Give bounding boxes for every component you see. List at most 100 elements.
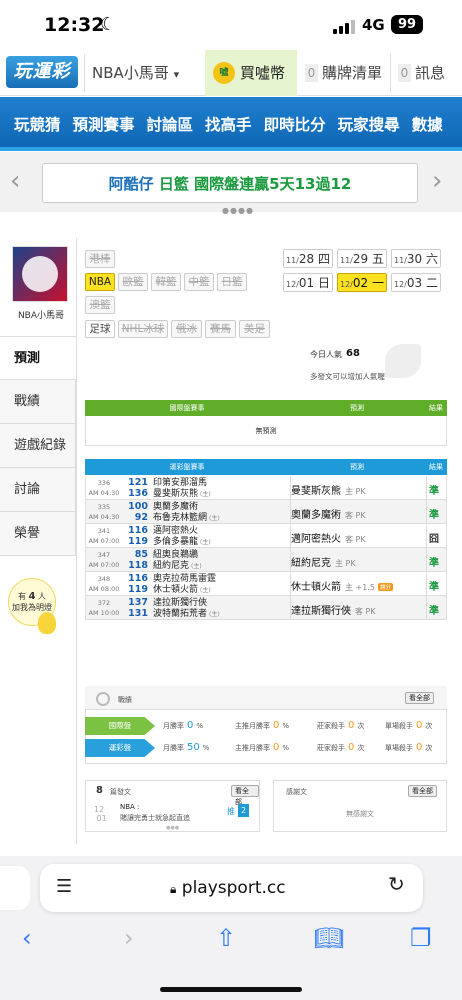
posts-card: 8 篇發文 看全部 12 01 NBA : 賭讓完勇士就急起直追 推 2 ●●●	[85, 780, 260, 832]
cart-count: 0	[305, 64, 318, 82]
date-button[interactable]: 12/01 日	[283, 273, 333, 292]
post-reply-label: 推	[227, 807, 235, 816]
share-icon[interactable]: ⇧	[216, 924, 236, 952]
away-score: 116	[128, 573, 148, 584]
league-button[interactable]: 美足	[239, 320, 270, 338]
league-button[interactable]: 中籃	[184, 273, 214, 291]
nav-item-experts[interactable]: 找高手	[205, 113, 252, 135]
thanks-view-all-button[interactable]: 看全部	[408, 785, 437, 797]
forward-icon[interactable]: ›	[124, 924, 134, 952]
cell-divider	[426, 572, 427, 596]
table-row[interactable]: 372 AM 10:00 137 達拉斯獨行俠 131 波特蘭拓荒者 (主) 達拉斯獨行俠客 …	[85, 596, 447, 620]
league-button[interactable]: 韓籃	[151, 273, 181, 291]
home-name: 休士頓火箭	[153, 585, 199, 595]
posts-view-all-button[interactable]: 看全部	[231, 785, 259, 806]
game-no-time: 347 AM 07:00	[86, 550, 122, 570]
nav-item-predictions[interactable]: 預測賽事	[73, 113, 135, 135]
away-score: 116	[128, 525, 148, 536]
chevron-right-icon[interactable]: ›	[432, 166, 442, 196]
messages-link[interactable]: 訊息	[415, 50, 445, 96]
sidebar-item-game-history[interactable]: 遊戲紀錄	[0, 424, 76, 468]
tabs-icon[interactable]: ❐	[410, 924, 432, 952]
sidebar-item-predictions[interactable]: 預測	[0, 336, 76, 380]
table-row[interactable]: 336 AM 04:30 121 印第安那溜馬 136 曼斐斯灰熊 (主) 曼斐斯灰熊主 PK…	[85, 476, 447, 500]
away-score: 100	[128, 501, 148, 512]
game-no-time: 335 AM 04:30	[86, 502, 122, 522]
home-name: 波特蘭拓荒者	[153, 609, 208, 619]
bookie-killer: 莊家殺手 0 次	[317, 716, 364, 736]
table-row[interactable]: 348 AM 08:00 116 奧克拉荷馬雷霆 119 休士頓火箭 (主) 休士頓火箭主 +…	[85, 572, 447, 596]
col-game: 國際盤賽事	[169, 404, 205, 412]
date-button-selected[interactable]: 12/02 一	[337, 273, 387, 292]
date-button[interactable]: 12/03 二	[391, 273, 441, 292]
sidebar-item-record[interactable]: 戰績	[0, 380, 76, 424]
buy-coin-label: 買噓幣	[240, 64, 286, 82]
tab-peek[interactable]	[0, 866, 30, 910]
home-score: 136	[128, 488, 148, 499]
record-view-all-button[interactable]: 看全部	[405, 692, 434, 704]
lightbulb-icon	[38, 612, 56, 634]
date-button[interactable]: 11/30 六	[391, 249, 441, 268]
nav-item-player-search[interactable]: 玩家搜尋	[338, 113, 400, 135]
stat-label: 莊家殺手	[317, 722, 345, 730]
cell-divider	[426, 476, 427, 500]
game-number: 336	[97, 479, 111, 487]
nav-item-livescore[interactable]: 即時比分	[264, 113, 326, 135]
table-row[interactable]: 335 AM 04:30 100 奧蘭多魔術 92 布魯克林籃網 (主) 奧蘭多魔術客 PK 準	[85, 500, 447, 524]
site-logo[interactable]: 玩運彩	[6, 56, 78, 88]
nav-item-forum[interactable]: 討論區	[147, 113, 194, 135]
pick-side: 主 PK	[345, 487, 366, 496]
league-button[interactable]: 俄冰	[171, 320, 202, 338]
ticker-message[interactable]: 阿酷仔 日籃 國際盤連贏5天13過12	[42, 163, 418, 203]
game-no-time: 372 AM 10:00	[86, 598, 122, 618]
league-button[interactable]: 日籃	[217, 273, 247, 291]
pick-side: 主 PK	[335, 559, 356, 568]
chevron-left-icon[interactable]: ‹	[10, 166, 20, 196]
league-button[interactable]: 足球	[85, 320, 115, 338]
pick: 達拉斯獨行俠客 PK	[291, 602, 376, 617]
fans-count: 4	[28, 591, 36, 602]
date-month: 12/	[394, 280, 407, 289]
col-pick: 預測	[350, 404, 364, 412]
date-weekday: 六	[425, 252, 438, 266]
nav-item-data[interactable]: 數據	[412, 113, 443, 135]
league-button[interactable]: 賽馬	[205, 320, 236, 338]
league-button[interactable]: 港棒	[85, 250, 115, 268]
sidebar-item-discussion[interactable]: 討論	[0, 468, 76, 512]
stat-value: 0	[187, 720, 194, 731]
league-button[interactable]: 歐籃	[118, 273, 148, 291]
table-row[interactable]: 347 AM 07:00 85 紐奧良鵜鶘 118 紐約尼克 (主) 紐約尼克主 PK 準	[85, 548, 447, 572]
stat-value: 0	[273, 720, 280, 731]
stat-label: 月勝率	[163, 722, 184, 730]
stat-unit: %	[282, 744, 290, 752]
user-menu[interactable]: NBA小馬哥 ▾	[92, 50, 179, 96]
cart-link[interactable]: 購牌清單	[322, 50, 382, 96]
league-button[interactable]: NHL冰球	[118, 320, 168, 338]
date-day: 02	[352, 276, 369, 290]
pick: 休士頓火箭主 +1.5 讓分	[291, 578, 393, 593]
popularity-label: 今日人氣	[310, 350, 342, 359]
away-name: 奧蘭多魔術	[153, 502, 199, 512]
league-button[interactable]: 澳籃	[85, 296, 115, 314]
page-menu-icon[interactable]: ☰	[56, 876, 72, 897]
away-name: 達拉斯獨行俠	[153, 598, 208, 608]
post-title-link[interactable]: 賭讓完勇士就急起直追	[120, 813, 190, 823]
bookmarks-icon[interactable]: 📖︎	[314, 924, 344, 952]
nav-item-quiz[interactable]: 玩競猜	[14, 113, 61, 135]
pick-team: 達拉斯獨行俠	[291, 606, 351, 617]
status-time: 12:32	[44, 14, 105, 36]
reload-icon[interactable]: ↻	[388, 872, 405, 896]
moon-icon: ☾	[100, 14, 117, 35]
date-button[interactable]: 11/28 四	[283, 249, 333, 268]
date-button[interactable]: 11/29 五	[337, 249, 387, 268]
back-icon[interactable]: ‹	[22, 924, 32, 952]
home-win-rate: 主推月勝率 0%	[235, 716, 289, 736]
posts-label: 篇發文	[110, 788, 131, 796]
post-date: 12 01	[94, 805, 107, 823]
user-nickname: NBA小馬哥	[92, 64, 169, 82]
league-button-nba[interactable]: NBA	[85, 273, 115, 291]
cell-divider	[426, 524, 427, 548]
sidebar-item-honors[interactable]: 榮譽	[0, 512, 76, 556]
pick-side: 主 +1.5	[345, 583, 375, 592]
table-row[interactable]: 341 AM 07:00 116 邁阿密熱火 119 多倫多暴龍 (主) 邁阿密熱火客 PK 囧	[85, 524, 447, 548]
